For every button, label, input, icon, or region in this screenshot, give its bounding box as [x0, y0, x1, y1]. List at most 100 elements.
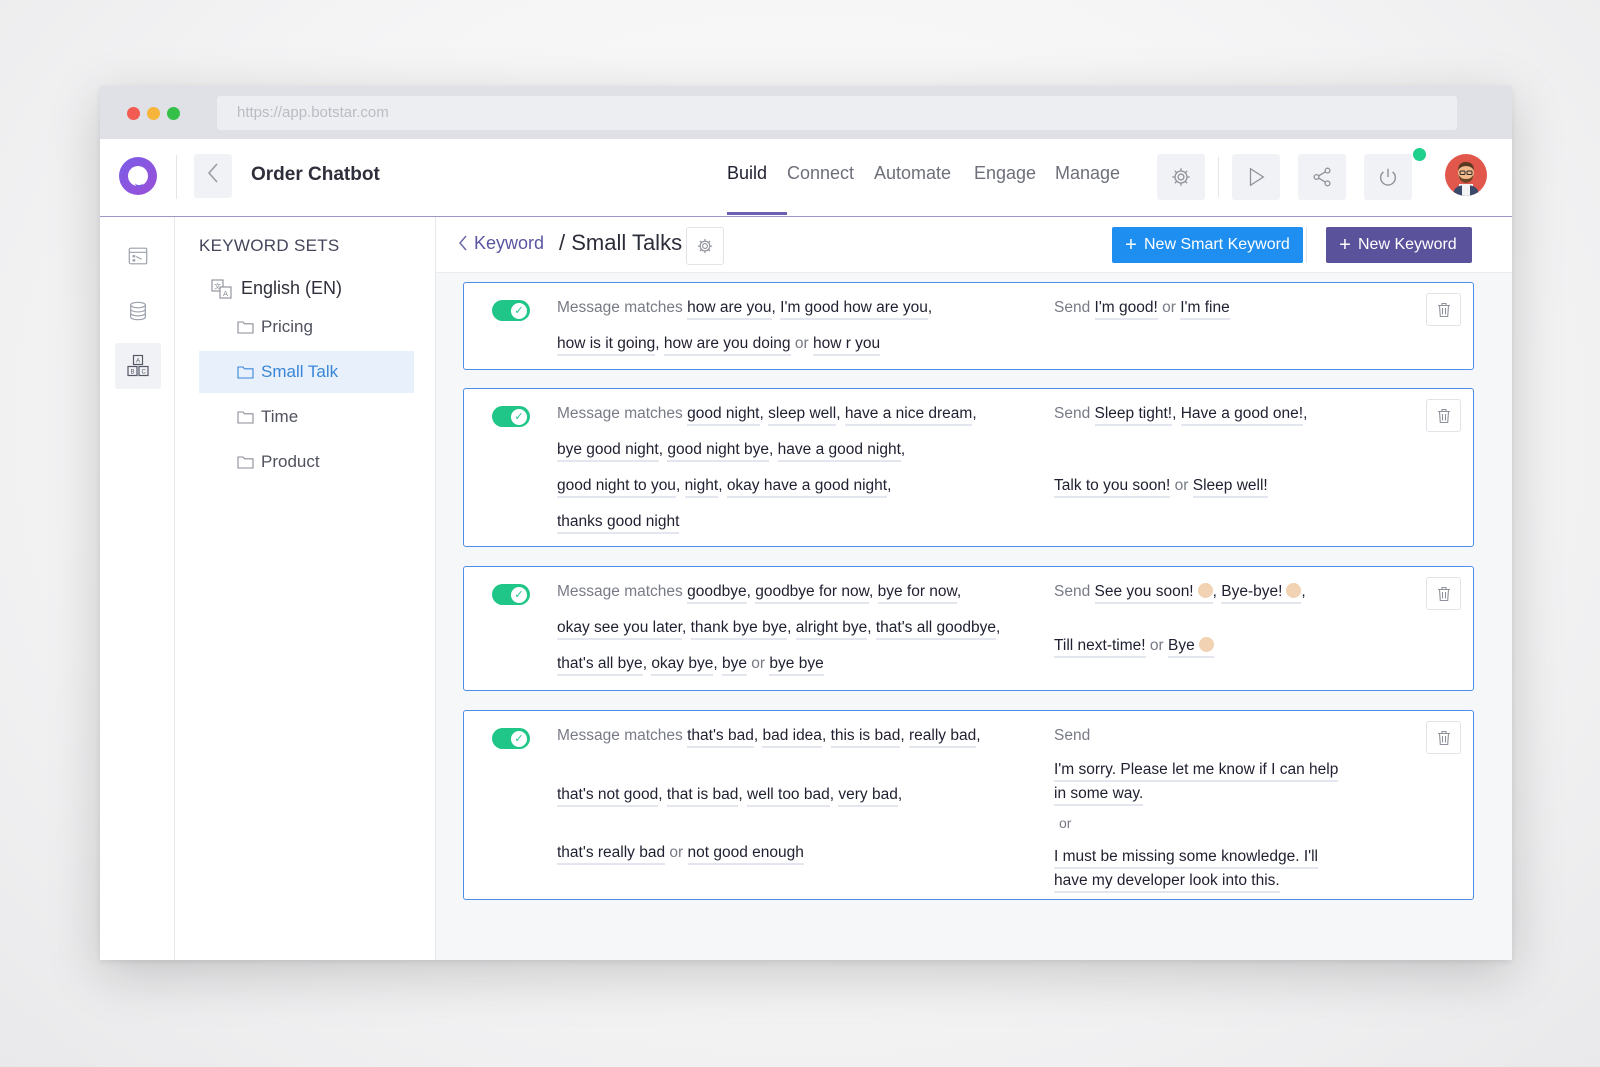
keyword-chip[interactable]: really bad — [908, 727, 977, 748]
match-keywords-line: okay see you later, thank bye bye, alrig… — [557, 619, 1000, 640]
delete-rule-button[interactable] — [1426, 399, 1461, 432]
keyword-chip[interactable]: Bye — [1168, 637, 1214, 658]
delete-rule-button[interactable] — [1426, 577, 1461, 610]
close-dot[interactable] — [127, 107, 140, 120]
keyword-chip[interactable]: how is it going — [557, 335, 656, 356]
or-connector: or — [1162, 299, 1176, 316]
rule-enabled-toggle[interactable]: ✓ — [492, 406, 530, 427]
keyword-chip[interactable]: See you soon! — [1094, 583, 1213, 604]
back-button[interactable] — [194, 154, 232, 198]
keyword-chip[interactable]: good night bye — [667, 441, 770, 462]
breadcrumb-back-link[interactable]: Keyword — [458, 233, 544, 254]
sidebar-folder-small-talk[interactable]: Small Talk — [199, 351, 414, 393]
keyword-chip[interactable]: okay bye — [651, 655, 714, 676]
keyword-chip[interactable]: goodbye — [687, 583, 747, 604]
keyword-chip[interactable]: that's all goodbye — [875, 619, 997, 640]
address-bar[interactable]: https://app.botstar.com — [217, 96, 1457, 130]
keyword-chip[interactable]: I'm good how are you — [780, 299, 928, 320]
keyword-chip[interactable]: that is bad — [666, 786, 739, 807]
keyword-chip[interactable]: Have a good one! — [1180, 405, 1304, 426]
keyword-chip[interactable]: sleep well — [768, 405, 837, 426]
nav-tab-automate[interactable]: Automate — [874, 163, 951, 184]
chevron-left-icon — [459, 235, 467, 251]
delete-rule-button[interactable] — [1426, 293, 1461, 326]
keyword-chip[interactable]: night — [684, 477, 719, 498]
trash-icon — [1437, 302, 1450, 317]
folder-label: Product — [261, 452, 320, 471]
response-chip[interactable]: have my developer look into this. — [1054, 872, 1280, 893]
response-chip[interactable]: in some way. — [1054, 785, 1144, 806]
keyword-chip[interactable]: Sleep well! — [1192, 477, 1268, 498]
keyword-chip[interactable]: that's really bad — [557, 844, 666, 865]
keyword-chip[interactable]: bye bye — [769, 655, 824, 676]
or-connector: or — [1174, 477, 1189, 494]
language-item[interactable]: English (EN) — [241, 278, 342, 299]
rail-flow-item[interactable] — [115, 233, 161, 279]
new-smart-keyword-button[interactable]: + New Smart Keyword — [1112, 227, 1303, 263]
keyword-chip[interactable]: not good enough — [687, 844, 804, 865]
play-button[interactable] — [1232, 154, 1280, 200]
rule-enabled-toggle[interactable]: ✓ — [492, 300, 530, 321]
maximize-dot[interactable] — [167, 107, 180, 120]
keyword-chip[interactable]: okay have a good night — [726, 477, 888, 498]
trash-icon — [1437, 586, 1450, 601]
rule-enabled-toggle[interactable]: ✓ — [492, 728, 530, 749]
keyword-chip[interactable]: how are you — [687, 299, 772, 320]
sidebar-folder-pricing[interactable]: Pricing — [199, 306, 414, 348]
keyword-chip[interactable]: this is bad — [830, 727, 901, 748]
keyword-chip[interactable]: have a nice dream — [844, 405, 973, 426]
user-avatar[interactable] — [1445, 154, 1487, 196]
or-connector: or — [1059, 815, 1072, 831]
power-button[interactable] — [1364, 154, 1412, 200]
botstar-logo[interactable] — [119, 157, 157, 195]
keyword-chip[interactable]: thanks good night — [557, 513, 680, 534]
keyword-chip[interactable]: very bad — [838, 786, 898, 807]
keyword-chip[interactable]: I'm fine — [1180, 299, 1230, 320]
sidebar-heading: KEYWORD SETS — [199, 236, 340, 255]
keyword-chip[interactable]: how are you doing — [663, 335, 791, 356]
keyword-chip[interactable]: that's not good — [557, 786, 659, 807]
nav-tab-connect[interactable]: Connect — [787, 163, 854, 184]
response-chip[interactable]: I'm sorry. Please let me know if I can h… — [1054, 761, 1339, 782]
sidebar-folder-product[interactable]: Product — [199, 441, 414, 483]
keyword-chip[interactable]: okay see you later — [557, 619, 682, 640]
keyword-chip[interactable]: alright bye — [795, 619, 868, 640]
keyword-chip[interactable]: bye — [721, 655, 747, 676]
rail-database-item[interactable] — [115, 288, 161, 334]
keyword-set-settings-button[interactable] — [686, 227, 724, 265]
rail-keywords-item[interactable]: AB C — [115, 343, 161, 389]
waving-hand-emoji — [1286, 583, 1302, 598]
keyword-chip[interactable]: that's all bye — [557, 655, 643, 676]
sidebar-folder-time[interactable]: Time — [199, 396, 414, 438]
response-chip[interactable]: I must be missing some knowledge. I'll — [1054, 848, 1318, 869]
nav-tab-manage[interactable]: Manage — [1055, 163, 1120, 184]
nav-tab-engage[interactable]: Engage — [974, 163, 1036, 184]
keyword-chip[interactable]: well too bad — [747, 786, 830, 807]
delete-rule-button[interactable] — [1426, 721, 1461, 754]
match-keywords-line: Message matches good night, sleep well, … — [557, 405, 977, 426]
keyword-chip[interactable]: good night — [687, 405, 760, 426]
rule-enabled-toggle[interactable]: ✓ — [492, 584, 530, 605]
keyword-chip[interactable]: goodbye for now — [755, 583, 869, 604]
keyword-chip[interactable]: bye for now — [877, 583, 957, 604]
share-button[interactable] — [1298, 154, 1346, 200]
keyword-chip[interactable]: Bye-bye! — [1221, 583, 1302, 604]
keyword-chip[interactable]: have a good night — [777, 441, 901, 462]
keyword-chip[interactable]: Talk to you soon! — [1054, 477, 1171, 498]
keyword-chip[interactable]: thank bye bye — [690, 619, 788, 640]
keyword-chip[interactable]: Sleep tight! — [1094, 405, 1173, 426]
minimize-dot[interactable] — [147, 107, 160, 120]
new-keyword-button[interactable]: + New Keyword — [1326, 227, 1472, 263]
settings-button[interactable] — [1157, 154, 1205, 200]
keyword-chip[interactable]: I'm good! — [1094, 299, 1158, 320]
match-keywords-line: bye good night, good night bye, have a g… — [557, 441, 905, 462]
keyword-chip[interactable]: how r you — [812, 335, 881, 356]
keyword-chip[interactable]: bye good night — [557, 441, 659, 462]
keyword-chip[interactable]: good night to you — [557, 477, 676, 498]
flow-icon — [128, 247, 148, 265]
keyword-chip[interactable]: Till next-time! — [1054, 637, 1146, 658]
keyword-chip[interactable]: that's bad — [687, 727, 754, 748]
keyword-chip[interactable]: bad idea — [762, 727, 822, 748]
nav-tab-build[interactable]: Build — [727, 163, 767, 184]
trash-icon — [1437, 408, 1450, 423]
